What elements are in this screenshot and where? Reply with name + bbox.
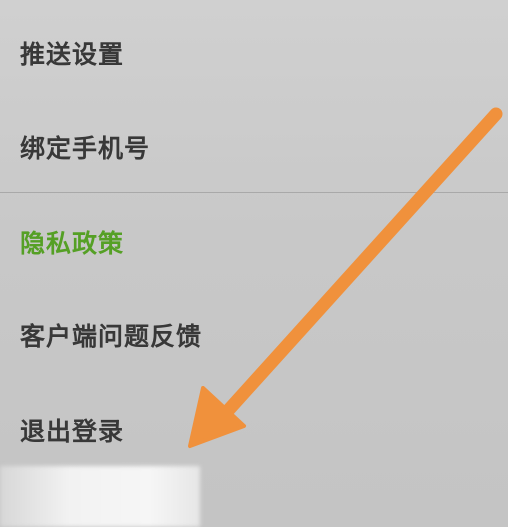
section-divider xyxy=(0,192,508,193)
blurred-region xyxy=(0,466,200,527)
menu-item-privacy-policy[interactable]: 隐私政策 xyxy=(20,229,124,259)
menu-item-bind-phone[interactable]: 绑定手机号 xyxy=(20,134,150,164)
arrow-down-left-icon xyxy=(188,107,503,448)
menu-item-logout[interactable]: 退出登录 xyxy=(20,417,124,447)
menu-item-push-settings[interactable]: 推送设置 xyxy=(20,40,124,70)
menu-item-client-feedback[interactable]: 客户端问题反馈 xyxy=(20,322,202,352)
settings-screen: 推送设置 绑定手机号 隐私政策 客户端问题反馈 退出登录 xyxy=(0,0,508,527)
